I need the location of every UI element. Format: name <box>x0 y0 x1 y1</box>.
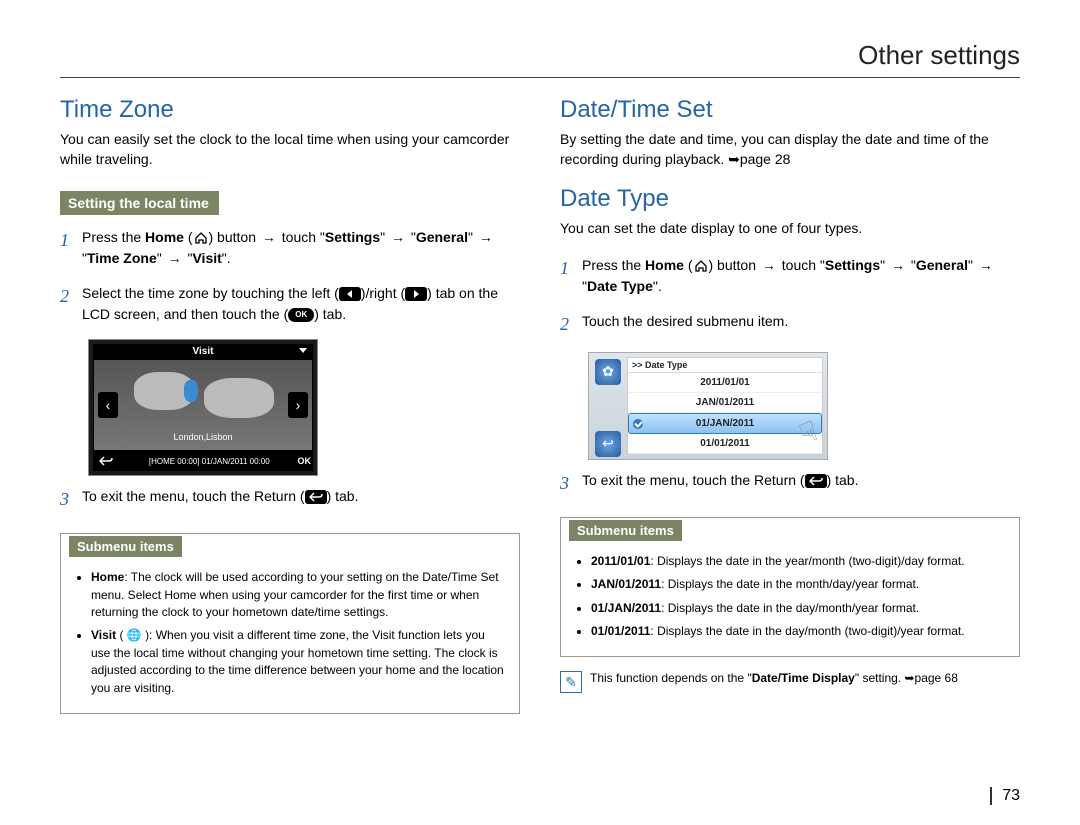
step-1: 1 Press the Home () button → touch "Sett… <box>60 227 520 269</box>
step-text: Select the time zone by touching the lef… <box>82 283 520 325</box>
return-icon <box>305 490 327 504</box>
list-item: 2011/01/01: Displays the date in the yea… <box>591 553 1007 570</box>
list-item: 01/01/2011 <box>628 434 822 454</box>
step-text: Press the Home () button → touch "Settin… <box>82 227 520 269</box>
date-time-lead: By setting the date and time, you can di… <box>560 130 1020 169</box>
home-icon <box>193 230 209 246</box>
step-text: Press the Home () button → touch "Settin… <box>582 255 1020 297</box>
lcd-title: Visit <box>93 344 313 359</box>
right-tab-icon <box>405 287 427 301</box>
return-icon <box>805 474 827 488</box>
list-title: >> Date Type <box>628 358 822 373</box>
list-item: 2011/01/01 <box>628 373 822 393</box>
step-2: 2 Select the time zone by touching the l… <box>60 283 520 325</box>
return-icon <box>95 454 117 468</box>
steps-time-zone: 1 Press the Home () button → touch "Sett… <box>60 227 520 325</box>
page-number: 73 <box>990 787 1020 805</box>
city-label: London,Lisbon <box>94 432 312 442</box>
list-item: 01/JAN/2011: Displays the date in the da… <box>591 600 1007 617</box>
submenu-head: Submenu items <box>69 536 182 557</box>
list-item: JAN/01/2011: Displays the date in the mo… <box>591 576 1007 593</box>
submenu-box-left: Submenu items Home: The clock will be us… <box>60 533 520 714</box>
lcd-side-buttons: ✿ ↩ <box>595 359 621 503</box>
step-text: To exit the menu, touch the Return () ta… <box>82 486 520 507</box>
section-date-time-set: Date/Time Set <box>560 96 1020 124</box>
note-text: This function depends on the "Date/Time … <box>590 671 958 685</box>
nav-right-icon: › <box>288 392 308 418</box>
list-item: Home: The clock will be used according t… <box>91 569 507 621</box>
step-3: 3 To exit the menu, touch the Return () … <box>560 470 1020 497</box>
step-number: 1 <box>560 255 582 282</box>
list-item: JAN/01/2011 <box>628 393 822 413</box>
step-number: 2 <box>60 283 82 310</box>
list-item: Visit ( 🌐 ): When you visit a different … <box>91 627 507 697</box>
gear-icon: ✿ <box>595 359 621 385</box>
ok-label: OK <box>298 456 312 466</box>
manual-page: Other settings Time Zone You can easily … <box>0 0 1080 825</box>
date-type-lead: You can set the date display to one of f… <box>560 219 1020 239</box>
step-text: Touch the desired submenu item. <box>582 311 1020 332</box>
lcd-date-type-screenshot: ✿ ↩ >> Date Type 2011/01/01 JAN/01/2011 … <box>588 352 828 460</box>
left-tab-icon <box>339 287 361 301</box>
note-row: ✎ This function depends on the "Date/Tim… <box>560 671 1020 693</box>
return-icon: ↩ <box>595 431 621 457</box>
page-header: Other settings <box>60 40 1020 78</box>
sub-heading-local-time: Setting the local time <box>60 191 219 215</box>
page-title: Other settings <box>60 40 1020 71</box>
list-item-selected: 01/JAN/2011 <box>628 413 822 434</box>
step-3: 3 To exit the menu, touch the Return () … <box>60 486 520 513</box>
nav-left-icon: ‹ <box>98 392 118 418</box>
ok-icon: OK <box>288 308 314 322</box>
left-column: Time Zone You can easily set the clock t… <box>60 96 520 714</box>
time-zone-lead: You can easily set the clock to the loca… <box>60 130 520 169</box>
world-map: ‹ › London,Lisbon <box>93 359 313 451</box>
submenu-list: 2011/01/01: Displays the date in the yea… <box>573 553 1007 641</box>
note-icon: ✎ <box>560 671 582 693</box>
lcd-bottom-bar: [HOME 00:00] 01/JAN/2011 00:00 OK <box>93 451 313 471</box>
step-number: 3 <box>560 470 582 497</box>
steps-time-zone-cont: 3 To exit the menu, touch the Return () … <box>60 486 520 513</box>
date-type-list: >> Date Type 2011/01/01 JAN/01/2011 01/J… <box>627 357 823 455</box>
steps-date-type: 1 Press the Home () button → touch "Sett… <box>560 255 1020 338</box>
step-2: 2 Touch the desired submenu item. <box>560 311 1020 338</box>
submenu-list: Home: The clock will be used according t… <box>73 569 507 697</box>
two-column-layout: Time Zone You can easily set the clock t… <box>60 96 1020 714</box>
home-icon <box>693 258 709 274</box>
section-time-zone: Time Zone <box>60 96 520 124</box>
steps-date-type-cont: 3 To exit the menu, touch the Return () … <box>560 470 1020 497</box>
section-date-type: Date Type <box>560 185 1020 213</box>
step-number: 2 <box>560 311 582 338</box>
submenu-head: Submenu items <box>569 520 682 541</box>
step-1: 1 Press the Home () button → touch "Sett… <box>560 255 1020 297</box>
step-text: To exit the menu, touch the Return () ta… <box>582 470 1020 491</box>
right-column: Date/Time Set By setting the date and ti… <box>560 96 1020 714</box>
list-item: 01/01/2011: Displays the date in the day… <box>591 623 1007 640</box>
lcd-visit-screenshot: Visit ‹ › London,Lisbon [HOME 00:00] 01/… <box>88 339 318 476</box>
step-number: 3 <box>60 486 82 513</box>
submenu-box-right: Submenu items 2011/01/01: Displays the d… <box>560 517 1020 658</box>
step-number: 1 <box>60 227 82 254</box>
